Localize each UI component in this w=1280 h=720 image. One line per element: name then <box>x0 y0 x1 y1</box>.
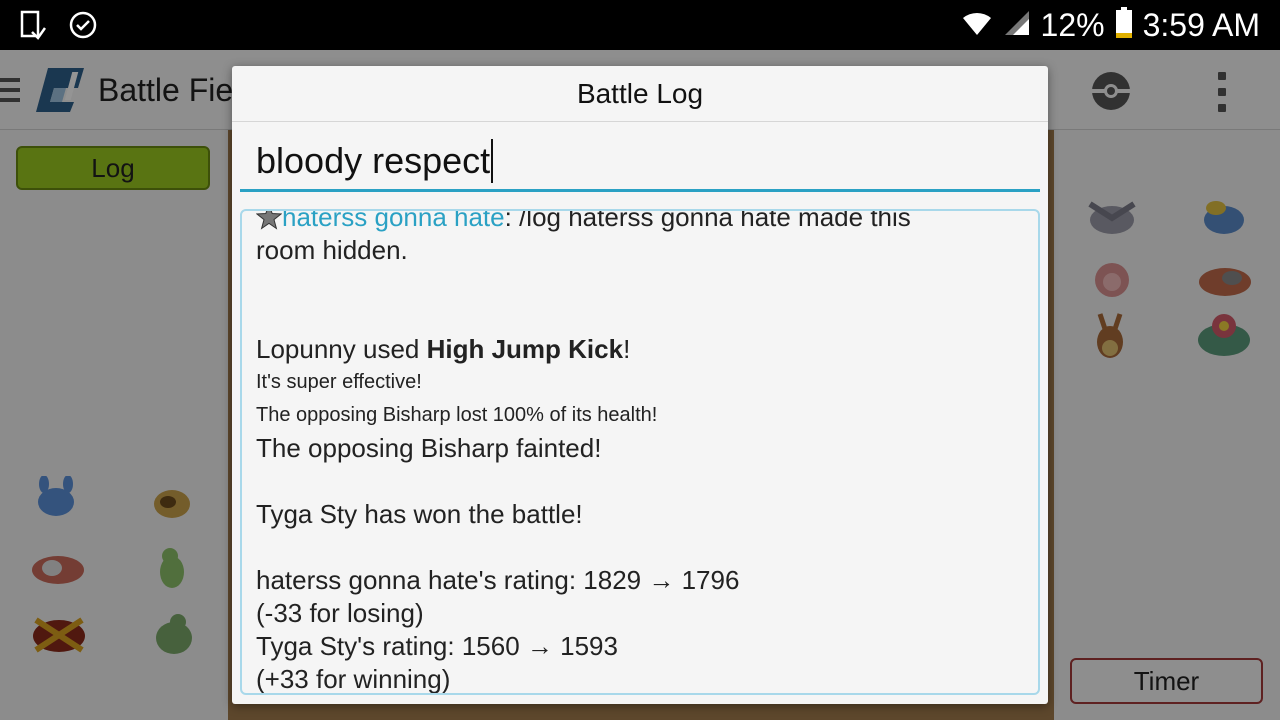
log-effectiveness: It's super effective! <box>256 371 422 393</box>
log-health-lost: The opposing Bisharp lost 100% of its he… <box>256 404 658 426</box>
dialog-title: Battle Log <box>232 66 1048 122</box>
battle-log-panel[interactable]: haterss gonna hate: /log haterss gonna h… <box>240 209 1040 695</box>
battery-icon <box>1115 6 1133 44</box>
check-circle-icon <box>68 10 98 45</box>
clock: 3:59 AM <box>1142 6 1260 43</box>
log-winner: Tyga Sty has won the battle! <box>256 499 583 529</box>
log-rating-winner-change: (+33 for winning) <box>256 664 451 694</box>
text-caret <box>491 138 494 183</box>
chat-message: /log haterss gonna hate made this <box>519 209 911 232</box>
chat-input-text: bloody respect <box>256 139 491 181</box>
log-chat-line: haterss gonna hate: /log haterss gonna h… <box>255 209 1026 234</box>
log-chat-line-cont: room hidden. <box>256 235 408 265</box>
signal-icon <box>1003 9 1031 42</box>
chat-input[interactable]: bloody respect <box>240 132 1040 192</box>
log-rating-winner: Tyga Sty's rating: 1560 → 1593 <box>256 631 618 661</box>
move-suffix: ! <box>623 334 631 364</box>
move-name: High Jump Kick <box>426 334 624 364</box>
move-prefix: Lopunny used <box>256 334 427 364</box>
screenshot-notification-icon <box>20 10 47 45</box>
wifi-icon <box>961 9 993 42</box>
star-icon <box>255 211 283 230</box>
battery-percent: 12% <box>1040 6 1105 43</box>
battle-log-content: haterss gonna hate: /log haterss gonna h… <box>255 209 1026 694</box>
status-right: 12% 3:59 AM <box>961 0 1260 50</box>
chat-separator: : <box>504 209 520 232</box>
log-rating-loser: haterss gonna hate's rating: 1829 → 1796 <box>256 565 740 595</box>
chat-username-link[interactable]: haterss gonna hate <box>282 211 505 232</box>
battle-log-dialog: Battle Log bloody respect haterss gonna … <box>232 66 1048 704</box>
log-fainted: The opposing Bisharp fainted! <box>256 433 602 463</box>
log-move-line: Lopunny used High Jump Kick! <box>256 333 1026 366</box>
log-rating-loser-change: (-33 for losing) <box>256 598 424 628</box>
status-bar: 12% 3:59 AM <box>0 0 1280 50</box>
